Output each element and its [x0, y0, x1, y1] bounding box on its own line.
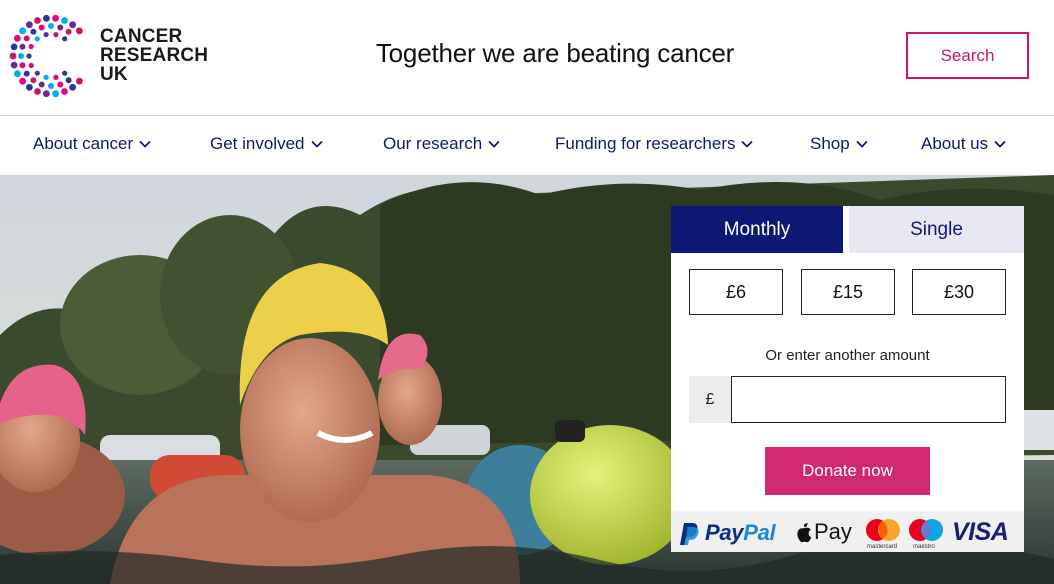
mastercard-label: mastercard [867, 544, 898, 550]
logo-dot [34, 70, 40, 76]
chevron-down-icon [488, 140, 500, 148]
nav-item-funding[interactable]: Funding for researchers [555, 134, 754, 154]
logo-dot [57, 24, 64, 31]
logo-dot [28, 62, 34, 69]
page-tagline: Together we are beating cancer [375, 38, 735, 68]
logo-dot [30, 77, 37, 84]
logo-dot [10, 61, 18, 69]
logo-dot [28, 43, 34, 50]
nav-item-label: Funding for researchers [555, 134, 736, 153]
chevron-down-icon [139, 140, 151, 148]
nav-item-about-us[interactable]: About us [921, 134, 1006, 154]
logo-dot [65, 77, 72, 84]
logo-dot [43, 14, 50, 22]
logo-dot [34, 88, 41, 95]
logo-dot [76, 27, 83, 35]
logo-dot [52, 14, 59, 22]
logo-dot [53, 32, 59, 38]
nav-item-label: About cancer [33, 134, 134, 153]
apple-icon [797, 523, 812, 543]
chevron-down-icon [741, 140, 754, 148]
logo-dot [43, 32, 49, 38]
chevron-down-icon [856, 140, 868, 148]
other-amount-label: Or enter another amount [765, 347, 930, 364]
chevron-down-icon [310, 140, 323, 148]
logo-wordmark: CANCER RESEARCH UK [100, 26, 209, 85]
maestro-label: maestro [913, 544, 935, 550]
site-header: CANCER RESEARCH UK Together we are beati… [0, 0, 1054, 116]
logo-dot [34, 17, 41, 24]
nav-item-label: About us [921, 134, 989, 153]
cruk-logo[interactable]: CANCER RESEARCH UK [8, 14, 218, 98]
maestro-icon [909, 519, 943, 541]
amount-option-6[interactable]: £6 [689, 269, 783, 315]
logo-dot [52, 90, 59, 98]
logo-dot [19, 43, 26, 50]
logo-dot [69, 83, 76, 91]
logo-dot [26, 53, 32, 59]
main-nav: About cancer Get involved Our research F… [0, 117, 1054, 175]
nav-item-label: Our research [383, 134, 483, 153]
logo-dot [69, 21, 76, 29]
logo-dot [65, 28, 72, 35]
cruk-logo-mark [9, 14, 83, 98]
amount-option-15[interactable]: £15 [801, 269, 895, 315]
tab-single[interactable]: Single [849, 206, 1024, 253]
logo-dot [61, 88, 68, 95]
logo-dot [9, 52, 17, 60]
logo-dot [19, 62, 26, 69]
paypal-icon [680, 523, 699, 545]
donate-now-button[interactable]: Donate now [765, 447, 930, 495]
logo-dot [38, 81, 45, 88]
donation-widget: Monthly Single £6 £15 £30 Or enter anoth… [671, 206, 1024, 552]
visa-logo: VISA [952, 518, 1009, 546]
logo-dot [19, 77, 26, 85]
logo-dot [23, 70, 30, 77]
logo-dot [48, 83, 54, 89]
logo-dot [62, 36, 68, 42]
mastercard-icon [866, 519, 900, 541]
nav-item-label: Get involved [210, 134, 305, 153]
logo-dot [43, 74, 49, 80]
nav-item-label: Shop [810, 134, 850, 153]
logo-dot [30, 28, 37, 35]
nav-item-our-research[interactable]: Our research [383, 134, 500, 154]
logo-dot [61, 17, 68, 24]
nav-item-shop[interactable]: Shop [810, 134, 868, 154]
logo-dot [19, 27, 26, 35]
logo-dot [23, 35, 30, 42]
logo-dot [76, 77, 83, 85]
paypal-wordmark: PayPal [705, 520, 776, 545]
logo-dot [26, 83, 33, 91]
logo-dot [18, 53, 24, 59]
currency-symbol: £ [689, 376, 731, 423]
logo-dot [26, 21, 33, 29]
logo-dot [53, 74, 59, 80]
logo-dot [10, 43, 18, 51]
nav-item-get-involved[interactable]: Get involved [210, 134, 323, 154]
logo-dot [14, 34, 21, 42]
search-button[interactable]: Search [906, 32, 1029, 79]
logo-dot [48, 23, 54, 29]
chevron-down-icon [994, 140, 1006, 148]
tab-monthly[interactable]: Monthly [671, 206, 843, 253]
logo-dot [62, 70, 68, 76]
other-amount-input[interactable] [731, 376, 1006, 423]
donation-frequency-tabs: Monthly Single [671, 206, 1024, 253]
apple-pay-wordmark: Pay [814, 519, 852, 544]
logo-dot [57, 81, 64, 88]
amount-option-30[interactable]: £30 [912, 269, 1006, 315]
logo-dot [43, 90, 50, 98]
nav-item-about-cancer[interactable]: About cancer [33, 134, 151, 154]
payment-methods: PayPal Pay mastercard maestro VISA [671, 511, 1024, 552]
logo-dot [34, 36, 40, 42]
logo-dot [14, 70, 21, 78]
logo-dot [38, 24, 45, 31]
